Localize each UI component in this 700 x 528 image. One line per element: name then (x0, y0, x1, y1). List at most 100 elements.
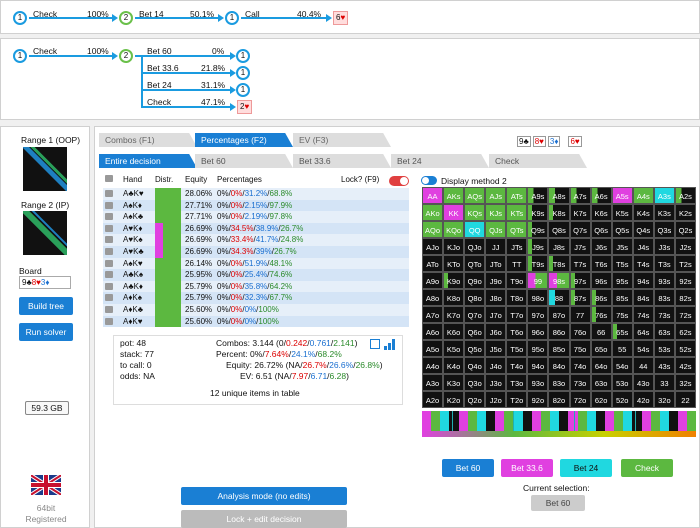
range-cell[interactable]: J4o (485, 357, 507, 374)
export-icon[interactable] (370, 339, 380, 349)
range-cell[interactable]: 52o (611, 391, 633, 408)
range-cell[interactable]: AJs (485, 187, 507, 204)
range-cell[interactable]: A3s (653, 187, 675, 204)
range-cell[interactable]: J6s (590, 238, 612, 255)
range-cell[interactable]: T3s (653, 255, 675, 272)
range-cell[interactable]: 63o (590, 374, 612, 391)
range-cell[interactable]: A5o (422, 340, 444, 357)
range-cell[interactable]: 76o (569, 323, 591, 340)
range-cell[interactable]: QJo (464, 238, 486, 255)
range-cell[interactable]: K3s (653, 204, 675, 221)
range-cell[interactable]: 66 (590, 323, 612, 340)
range-cell[interactable]: TT (506, 255, 528, 272)
range-cell[interactable]: 98o (527, 289, 549, 306)
range-cell[interactable]: 87s (569, 289, 591, 306)
range-cell[interactable]: 84o (548, 357, 570, 374)
range-cell[interactable]: T5s (611, 255, 633, 272)
run-solver-button[interactable]: Run solver (19, 323, 73, 341)
hand-row[interactable]: A♠K♥ 26.14% 0%/0%/51.9%/48.1% (103, 257, 409, 270)
range-cell[interactable]: K7s (569, 204, 591, 221)
range-cell[interactable]: QJs (485, 221, 507, 238)
board-input[interactable]: 9♣8♥3♦ (19, 276, 71, 289)
range-cell[interactable]: Q7s (569, 221, 591, 238)
range-cell[interactable]: Q8o (464, 289, 486, 306)
range-cell[interactable]: A5s (611, 187, 633, 204)
display-method-toggle[interactable] (421, 176, 437, 185)
range-cell[interactable]: J8o (485, 289, 507, 306)
tab-bet-24[interactable]: Bet 24 (391, 154, 489, 168)
range-cell[interactable]: AJo (422, 238, 444, 255)
range-cell[interactable]: 62s (674, 323, 696, 340)
range-cell[interactable]: 86s (590, 289, 612, 306)
range-cell[interactable]: Q4o (464, 357, 486, 374)
range-cell[interactable]: J4s (632, 238, 654, 255)
range-cell[interactable]: AQo (422, 221, 444, 238)
range-cell[interactable]: KJo (443, 238, 465, 255)
tree-node[interactable]: 2 (119, 11, 133, 25)
range-cell[interactable]: 96o (527, 323, 549, 340)
range-cell[interactable]: A6s (590, 187, 612, 204)
range-cell[interactable]: J2o (485, 391, 507, 408)
range-cell[interactable]: 22 (674, 391, 696, 408)
header-percentages[interactable]: Percentages (217, 175, 262, 184)
analysis-mode-button[interactable]: Analysis mode (no edits) (181, 487, 347, 505)
hand-row[interactable]: A♠K♣ 27.71% 0%/0%/2.19%/97.8% (103, 211, 409, 223)
range-cell[interactable]: 52s (674, 340, 696, 357)
range-cell[interactable]: KK (443, 204, 465, 221)
range-cell[interactable]: J5s (611, 238, 633, 255)
range-cell[interactable]: 44 (632, 357, 654, 374)
range-cell[interactable]: KTo (443, 255, 465, 272)
range-cell[interactable]: 75o (569, 340, 591, 357)
range-cell[interactable]: 32o (653, 391, 675, 408)
range-cell[interactable]: 54s (632, 340, 654, 357)
range-cell[interactable]: T7o (506, 306, 528, 323)
range-cell[interactable]: 53s (653, 340, 675, 357)
range-cell[interactable]: A2s (674, 187, 696, 204)
range-cell[interactable]: 83o (548, 374, 570, 391)
range-cell[interactable]: KJs (485, 204, 507, 221)
range-cell[interactable]: Q6s (590, 221, 612, 238)
range-cell[interactable]: Q5s (611, 221, 633, 238)
uk-flag-icon[interactable] (31, 475, 61, 495)
range-cell[interactable]: K9s (527, 204, 549, 221)
range-cell[interactable]: A7s (569, 187, 591, 204)
hand-row[interactable]: A♥K♣ 26.69% 0%/34.3%/39%/26.7% (103, 245, 409, 258)
range-cell[interactable]: 92o (527, 391, 549, 408)
range-cell[interactable]: 88 (548, 289, 570, 306)
range-cell[interactable]: 85o (548, 340, 570, 357)
range-cell[interactable]: Q9s (527, 221, 549, 238)
hand-row[interactable]: A♥K♠ 26.69% 0%/33.4%/41.7%/24.8% (103, 234, 409, 246)
range-cell[interactable]: K9o (443, 272, 465, 289)
range-cell[interactable]: T8s (548, 255, 570, 272)
range-cell[interactable]: 84s (632, 289, 654, 306)
range-cell[interactable]: 85s (611, 289, 633, 306)
range-cell[interactable]: 72o (569, 391, 591, 408)
range-cell[interactable]: 96s (590, 272, 612, 289)
tab-bet-33[interactable]: Bet 33.6 (293, 154, 391, 168)
range-cell[interactable]: 87o (548, 306, 570, 323)
range-cell[interactable]: J9o (485, 272, 507, 289)
range-cell[interactable]: T4s (632, 255, 654, 272)
range-cell[interactable]: Q3s (653, 221, 675, 238)
range-cell[interactable]: 97s (569, 272, 591, 289)
range-cell[interactable]: A9o (422, 272, 444, 289)
tree-node[interactable]: 1 (13, 49, 27, 63)
range1-thumbnail[interactable] (23, 147, 67, 191)
range-cell[interactable]: K8o (443, 289, 465, 306)
range-cell[interactable]: ATs (506, 187, 528, 204)
action-button[interactable]: Bet 24 (560, 459, 612, 477)
range-cell[interactable]: 64s (632, 323, 654, 340)
range-cell[interactable]: 94s (632, 272, 654, 289)
hand-row[interactable]: A♣K♠ 25.95% 0%/0%/25.4%/74.6% (103, 269, 409, 281)
lock-edit-button[interactable]: Lock + edit decision (181, 510, 347, 528)
range-cell[interactable]: J9s (527, 238, 549, 255)
tree-node[interactable]: 1 (236, 49, 250, 63)
range-cell[interactable]: K5o (443, 340, 465, 357)
range-cell[interactable]: J7o (485, 306, 507, 323)
hand-row[interactable]: A♣K♥ 28.06% 0%/0%/31.2%/68.8% (103, 188, 409, 200)
range2-thumbnail[interactable] (23, 211, 67, 255)
range-cell[interactable]: AKo (422, 204, 444, 221)
build-tree-button[interactable]: Build tree (19, 297, 73, 315)
action-button[interactable]: Bet 60 (442, 459, 494, 477)
range-cell[interactable]: T3o (506, 374, 528, 391)
